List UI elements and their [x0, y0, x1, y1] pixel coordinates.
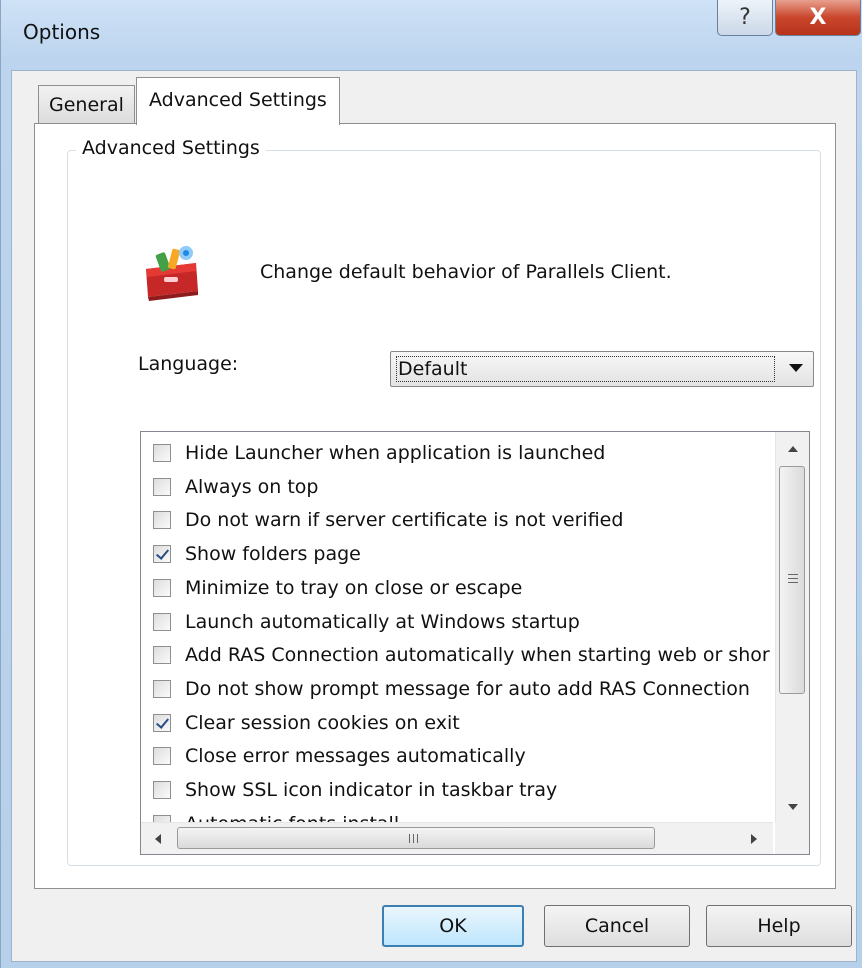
options-dialog: Options ? X General Advanced Settings Ad…: [0, 0, 862, 968]
list-item[interactable]: Do not show prompt message for auto add …: [153, 674, 750, 704]
language-value: Default: [396, 356, 775, 382]
language-label: Language:: [138, 353, 239, 375]
close-button[interactable]: X: [775, 0, 861, 36]
grip-line: [417, 834, 418, 843]
language-select[interactable]: Default: [390, 351, 814, 387]
option-checkbox[interactable]: [153, 578, 171, 597]
option-label: Do not warn if server certificate is not…: [185, 509, 624, 532]
option-label: Do not show prompt message for auto add …: [185, 677, 750, 700]
options-listbox[interactable]: Hide Launcher when application is launch…: [140, 431, 810, 855]
option-checkbox[interactable]: [153, 781, 171, 799]
group-legend: Advanced Settings: [76, 137, 266, 159]
list-item[interactable]: Hide Launcher when application is launch…: [153, 438, 605, 468]
option-label: Launch automatically at Windows startup: [185, 610, 580, 633]
grip-line: [788, 582, 798, 583]
list-item[interactable]: Always on top: [153, 472, 318, 502]
option-checkbox[interactable]: [153, 511, 171, 530]
scrollbar-corner: [775, 822, 809, 854]
option-label: Show folders page: [185, 543, 361, 566]
ok-button[interactable]: OK: [382, 905, 524, 947]
list-item[interactable]: Show SSL icon indicator in taskbar tray: [153, 775, 557, 805]
option-checkbox[interactable]: [153, 545, 171, 564]
list-item[interactable]: Add RAS Connection automatically when st…: [153, 640, 770, 670]
toolbox-icon: [146, 246, 198, 301]
scroll-right-arrow-icon[interactable]: [751, 834, 757, 844]
list-item[interactable]: Do not warn if server certificate is not…: [153, 505, 623, 535]
option-checkbox[interactable]: [153, 679, 171, 698]
vertical-scrollbar[interactable]: [775, 432, 809, 822]
list-item[interactable]: Close error messages automatically: [153, 741, 526, 771]
vertical-scroll-thumb[interactable]: [779, 466, 805, 694]
option-checkbox[interactable]: [153, 713, 171, 732]
option-label: Clear session cookies on exit: [185, 711, 460, 734]
option-checkbox[interactable]: [153, 646, 171, 665]
tab-advanced-settings[interactable]: Advanced Settings: [136, 77, 340, 125]
option-checkbox[interactable]: [153, 612, 171, 631]
question-icon: ?: [739, 5, 751, 30]
option-label: Minimize to tray on close or escape: [185, 576, 523, 599]
list-item[interactable]: Launch automatically at Windows startup: [153, 607, 580, 637]
cancel-button[interactable]: Cancel: [544, 905, 690, 947]
option-label: Automatic fonts install: [185, 813, 399, 822]
scroll-left-arrow-icon[interactable]: [155, 834, 161, 844]
grip-line: [788, 574, 798, 575]
chevron-down-icon[interactable]: [789, 364, 803, 372]
option-checkbox[interactable]: [153, 814, 171, 822]
help-title-button[interactable]: ?: [717, 0, 773, 36]
option-checkbox[interactable]: [153, 477, 171, 496]
options-list: Hide Launcher when application is launch…: [141, 432, 773, 822]
option-label: Close error messages automatically: [185, 745, 526, 768]
horizontal-scroll-thumb[interactable]: [177, 827, 655, 849]
scroll-up-arrow-icon[interactable]: [788, 446, 798, 452]
option-checkbox[interactable]: [153, 444, 171, 462]
list-item[interactable]: Minimize to tray on close or escape: [153, 573, 522, 603]
grip-line: [409, 834, 410, 843]
help-button[interactable]: Help: [706, 905, 852, 947]
option-label: Add RAS Connection automatically when st…: [185, 644, 770, 667]
option-label: Show SSL icon indicator in taskbar tray: [185, 779, 558, 801]
tab-panel: Advanced Settings Change default behavio…: [34, 123, 836, 889]
close-icon: X: [809, 5, 827, 30]
grip-line: [788, 578, 798, 579]
list-item[interactable]: Show folders page: [153, 539, 361, 569]
list-item[interactable]: Automatic fonts install: [153, 809, 399, 822]
horizontal-scrollbar[interactable]: [141, 822, 773, 854]
tab-general[interactable]: General: [38, 85, 135, 123]
option-checkbox[interactable]: [153, 747, 171, 766]
option-label: Always on top: [185, 475, 319, 498]
option-label: Hide Launcher when application is launch…: [185, 442, 606, 464]
window-title: Options: [23, 20, 101, 44]
advanced-settings-group: Advanced Settings Change default behavio…: [67, 137, 821, 866]
grip-line: [413, 834, 414, 843]
description-text: Change default behavior of Parallels Cli…: [260, 261, 672, 283]
list-item[interactable]: Clear session cookies on exit: [153, 708, 460, 738]
dialog-client-area: General Advanced Settings Advanced Setti…: [11, 70, 857, 962]
scroll-down-arrow-icon[interactable]: [788, 804, 798, 810]
